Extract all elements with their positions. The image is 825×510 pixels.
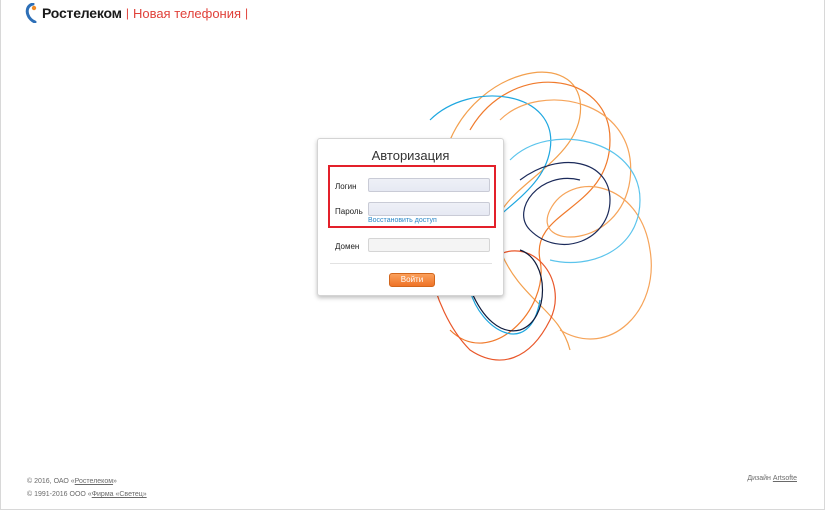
header: Ростелеком | Новая телефония | — [24, 3, 252, 23]
form-divider — [330, 263, 492, 264]
svetets-link[interactable]: Фирма «Светец» — [92, 491, 147, 498]
domain-label: Домен — [335, 242, 360, 251]
domain-input[interactable] — [368, 238, 490, 252]
copyright-1-prefix: © 2016, ОАО « — [27, 478, 75, 485]
artsofte-link[interactable]: Artsofte — [773, 475, 797, 482]
copyright-line-2: © 1991-2016 ООО «Фирма «Светец» — [27, 488, 147, 501]
brand-name[interactable]: Ростелеком — [42, 5, 122, 21]
password-input[interactable] — [368, 202, 490, 216]
login-title: Авторизация — [371, 148, 450, 163]
copyright-1-suffix: » — [113, 478, 117, 485]
header-separator-end: | — [245, 6, 249, 20]
footer-copyright: © 2016, ОАО «Ростелеком» © 1991-2016 ООО… — [27, 475, 147, 501]
copyright-2-prefix: © 1991-2016 ООО « — [27, 491, 92, 498]
rostelecom-logo-icon[interactable] — [24, 3, 38, 23]
header-separator: | — [125, 6, 129, 20]
login-label: Логин — [335, 182, 357, 191]
restore-access-link[interactable]: Восстановить доступ — [368, 217, 437, 224]
design-prefix: Дизайн — [747, 475, 773, 482]
window-border-left — [0, 0, 1, 510]
product-name: Новая телефония — [132, 5, 242, 21]
rostelecom-link[interactable]: Ростелеком — [75, 478, 113, 485]
login-button[interactable]: Войти — [389, 273, 435, 287]
login-input[interactable] — [368, 178, 490, 192]
login-form: Авторизация Логин Пароль Восстановить до… — [317, 138, 504, 296]
password-label: Пароль — [335, 207, 363, 216]
footer-design-credit: Дизайн Artsofte — [747, 475, 797, 482]
copyright-line-1: © 2016, ОАО «Ростелеком» — [27, 475, 147, 488]
